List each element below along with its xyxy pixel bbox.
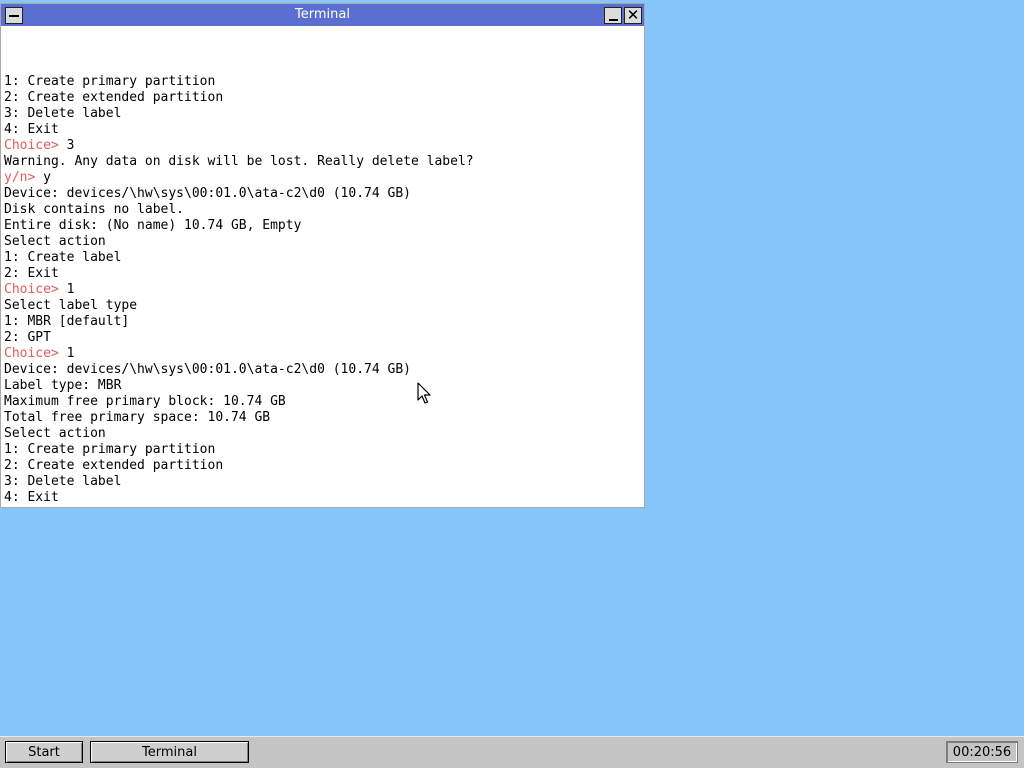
terminal-line: y/n> y [4, 170, 640, 186]
terminal-line: 2: Create extended partition [4, 458, 640, 474]
terminal-line-text: Select action [4, 234, 106, 249]
terminal-line: 4: Exit [4, 122, 640, 138]
terminal-line-text: 1: MBR [default] [4, 314, 130, 329]
terminal-line-text: 4: Exit [4, 122, 59, 137]
terminal-line: Device: devices/\hw\sys\00:01.0\ata-c2\d… [4, 186, 640, 202]
terminal-line-text: 1 [66, 346, 75, 361]
terminal-line: Entire disk: (No name) 10.74 GB, Empty [4, 218, 640, 234]
terminal-output[interactable]: 1: Create primary partition 2: Create ext… [4, 26, 640, 504]
terminal-line-text: Disk contains no label. [4, 202, 185, 217]
terminal-line-text: Device: devices/\hw\sys\00:01.0\ata-c2\d… [4, 186, 411, 201]
mouse-pointer-icon [417, 382, 431, 404]
terminal-line: Device: devices/\hw\sys\00:01.0\ata-c2\d… [4, 362, 640, 378]
window-titlebar[interactable]: Terminal ✕ [1, 4, 644, 26]
terminal-line-text: 1: Create primary partition [4, 74, 216, 89]
terminal-line-text: 4: Exit [4, 490, 59, 504]
terminal-line-text: 1 [66, 282, 75, 297]
terminal-line-text: 1: Create primary partition [4, 442, 216, 457]
taskbar-item-terminal[interactable]: Terminal [90, 741, 249, 763]
terminal-line: Select action [4, 234, 640, 250]
terminal-line-text: 3: Delete label [4, 474, 122, 489]
desktop: Terminal ✕ 1: Create primary partition 2:… [0, 0, 1024, 736]
terminal-line: Select action [4, 426, 640, 442]
terminal-line: 2: Exit [4, 266, 640, 282]
terminal-line: Disk contains no label. [4, 202, 640, 218]
terminal-line-text: Maximum free primary block: 10.74 GB [4, 394, 286, 409]
terminal-line-text: 2: Exit [4, 266, 59, 281]
terminal-prompt: y/n> [4, 170, 44, 185]
terminal-window[interactable]: Terminal ✕ 1: Create primary partition 2:… [0, 3, 645, 508]
terminal-line: Total free primary space: 10.74 GB [4, 410, 640, 426]
clock: 00:20:56 [946, 741, 1018, 763]
terminal-line: 1: Create label [4, 250, 640, 266]
terminal-line: 3: Delete label [4, 474, 640, 490]
terminal-line-text: 3: Delete label [4, 106, 122, 121]
terminal-line: Choice> 1 [4, 346, 640, 362]
terminal-prompt: Choice> [4, 138, 67, 153]
close-icon[interactable]: ✕ [624, 7, 642, 24]
terminal-line: 2: Create extended partition [4, 90, 640, 106]
minimize-icon[interactable] [604, 7, 622, 24]
terminal-line-text: 3 [66, 138, 75, 153]
window-title: Terminal [295, 7, 350, 22]
terminal-line-text: Select label type [4, 298, 138, 313]
terminal-line: Choice> 1 [4, 282, 640, 298]
terminal-line-text: Total free primary space: 10.74 GB [4, 410, 271, 425]
terminal-line-text: Select action [4, 426, 106, 441]
terminal-line-text: 1: Create label [4, 250, 122, 265]
terminal-line-text: 2: Create extended partition [4, 90, 224, 105]
start-button[interactable]: Start [5, 741, 83, 763]
taskbar: Start Terminal 00:20:56 [0, 736, 1024, 768]
terminal-line-text: Device: devices/\hw\sys\00:01.0\ata-c2\d… [4, 362, 411, 377]
terminal-line-text: 2: Create extended partition [4, 458, 224, 473]
terminal-line: 4: Exit [4, 490, 640, 504]
terminal-prompt: Choice> [4, 282, 67, 297]
terminal-line: Maximum free primary block: 10.74 GB [4, 394, 640, 410]
terminal-line-text: 2: GPT [4, 330, 51, 345]
terminal-line: 1: MBR [default] [4, 314, 640, 330]
terminal-line: 3: Delete label [4, 106, 640, 122]
terminal-prompt: Choice> [4, 346, 67, 361]
terminal-line: Select label type [4, 298, 640, 314]
terminal-line: Warning. Any data on disk will be lost. … [4, 154, 640, 170]
terminal-line: 2: GPT [4, 330, 640, 346]
terminal-line-text: y [43, 170, 51, 185]
terminal-line: 1: Create primary partition [4, 74, 640, 90]
terminal-line: Choice> 3 [4, 138, 640, 154]
terminal-line: Label type: MBR [4, 378, 640, 394]
terminal-line-text: Warning. Any data on disk will be lost. … [4, 154, 474, 169]
terminal-line: 1: Create primary partition [4, 442, 640, 458]
terminal-line-text: Entire disk: (No name) 10.74 GB, Empty [4, 218, 302, 233]
terminal-line-text: Label type: MBR [4, 378, 122, 393]
